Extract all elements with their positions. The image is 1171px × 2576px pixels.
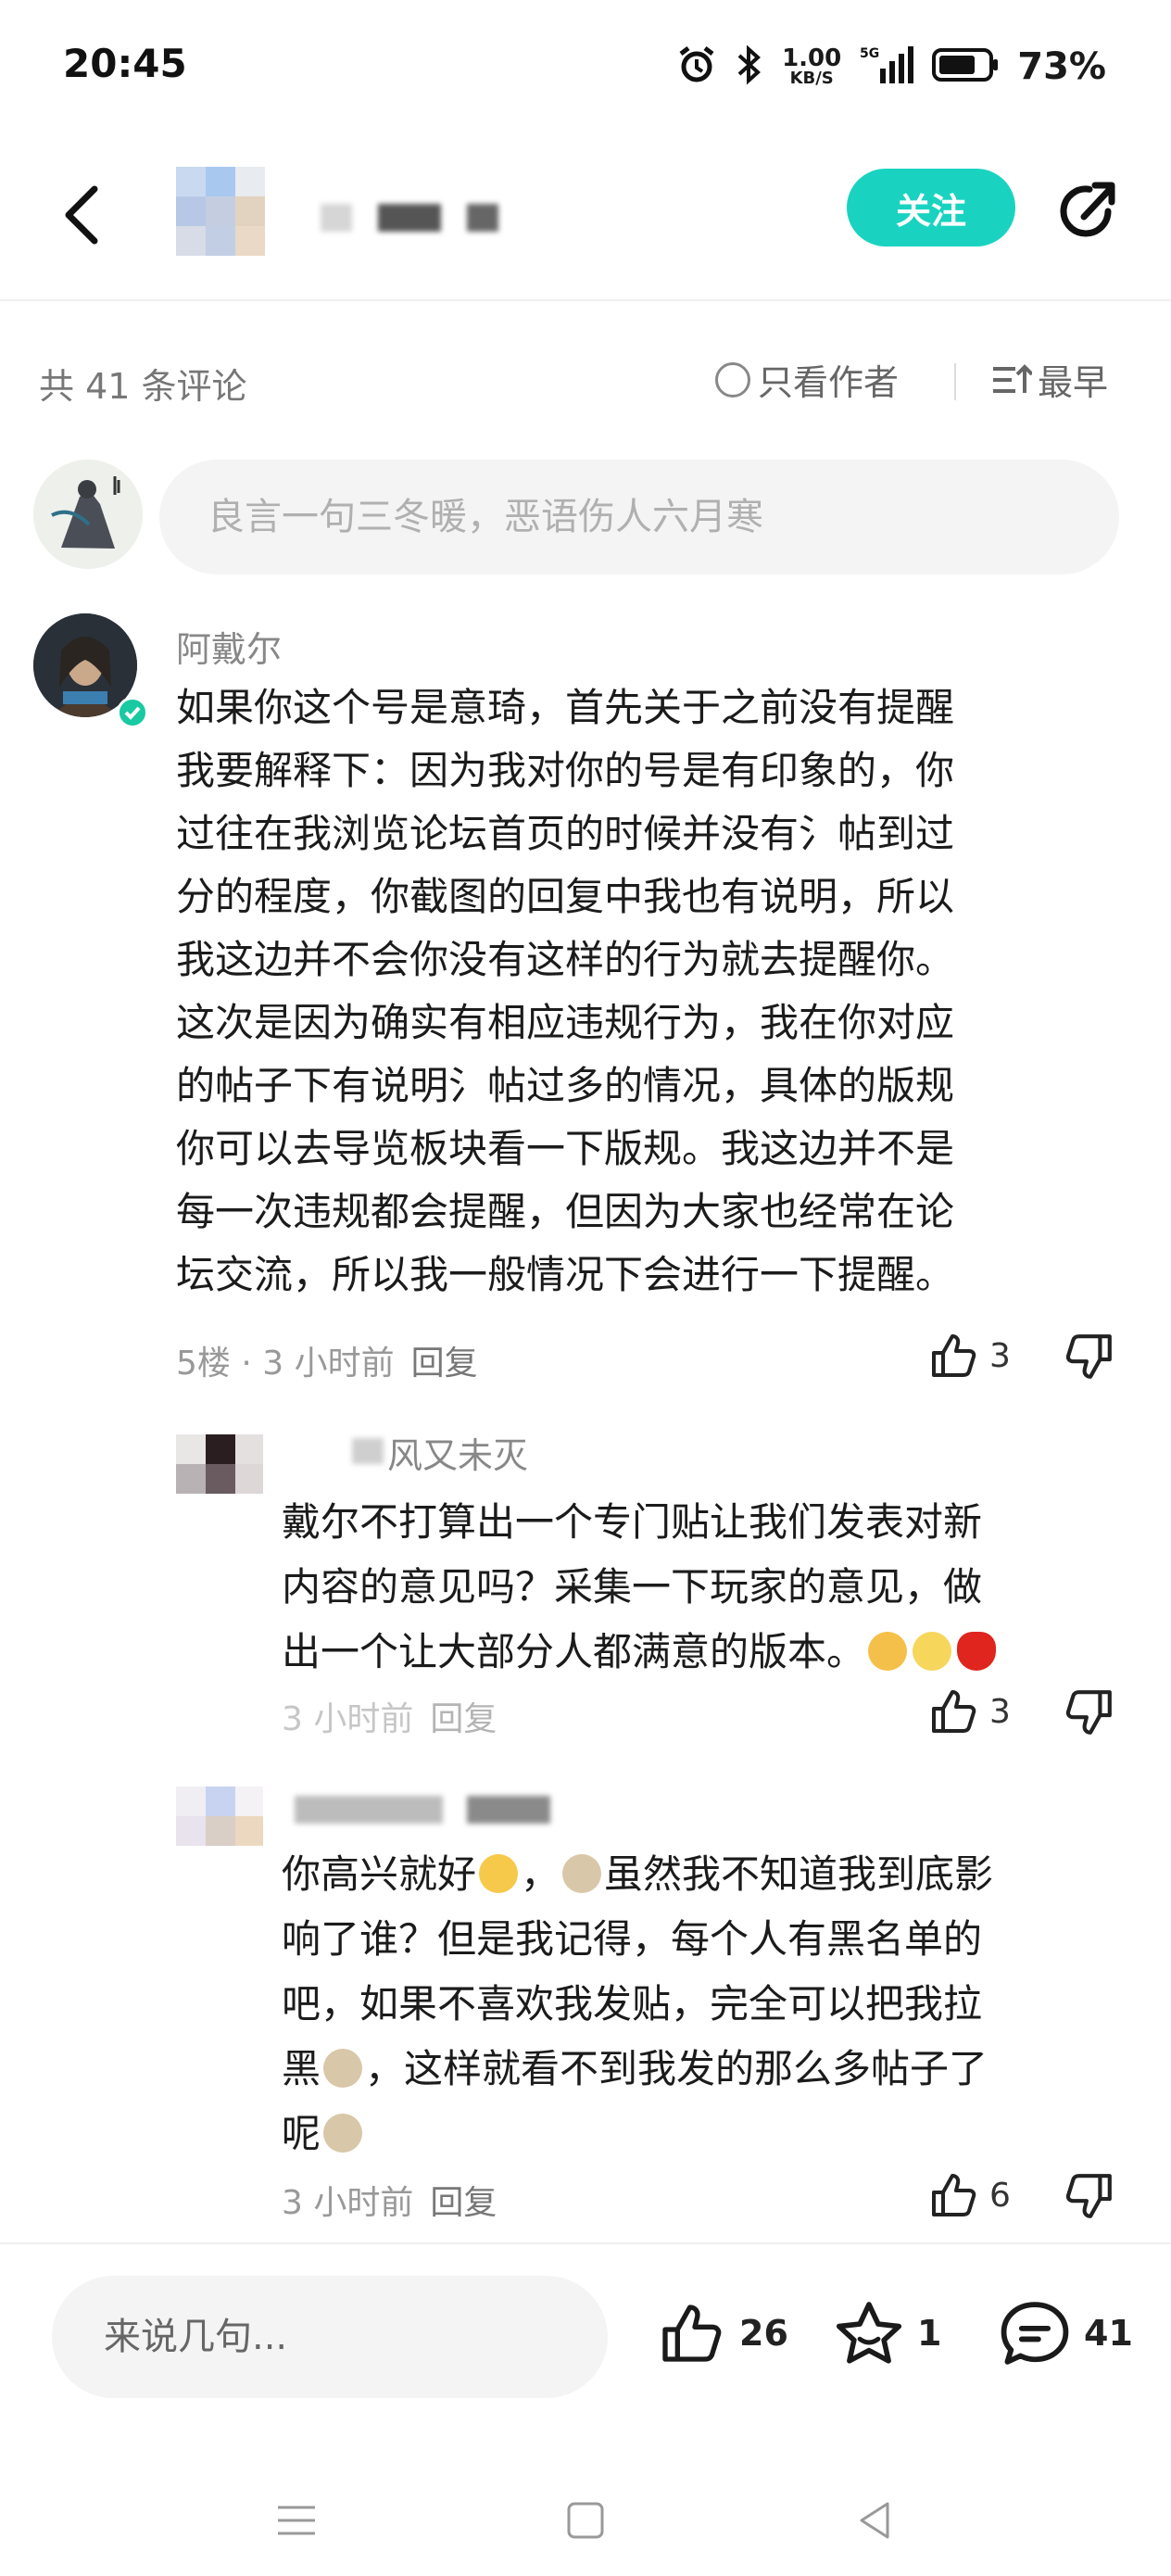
reply-name-redacted xyxy=(467,1796,550,1824)
crying-laughing-emoji-icon xyxy=(323,2114,363,2153)
sort-button[interactable]: 最早 xyxy=(991,354,1108,405)
back-nav-button[interactable] xyxy=(847,2493,902,2548)
net-speed: 1.00 KB/S xyxy=(782,46,841,87)
only-author-label: 只看作者 xyxy=(758,362,900,403)
author-name-redacted xyxy=(467,204,498,232)
comments-toolbar: 共 41 条评论 只看作者 最早 xyxy=(0,343,1171,417)
dislike-button[interactable] xyxy=(1064,1686,1115,1738)
back-icon xyxy=(65,185,98,245)
network-type: 5G xyxy=(860,46,879,61)
comments-button[interactable]: 41 xyxy=(999,2300,1133,2367)
back-button[interactable] xyxy=(56,178,111,252)
red-heart-icon xyxy=(957,1632,997,1671)
back-triangle-icon xyxy=(860,2502,889,2539)
author-name-redacted xyxy=(378,204,441,232)
thumbs-up-icon xyxy=(932,1334,976,1377)
share-icon xyxy=(1060,182,1115,237)
net-speed-unit: KB/S xyxy=(789,69,834,88)
status-bar: 20:45 1.00 KB/S 5G 73% xyxy=(0,0,1171,139)
sort-label: 最早 xyxy=(1038,362,1109,403)
crying-laughing-emoji-icon xyxy=(562,1854,602,1893)
signal-icon: 5G xyxy=(860,44,914,89)
thumbs-down-icon xyxy=(1065,1334,1112,1379)
radio-icon xyxy=(715,361,750,398)
reply-author-name[interactable]: 风又未灭 xyxy=(387,1427,528,1478)
dislike-button[interactable] xyxy=(1064,2170,1115,2222)
reply-time: 3 小时前 xyxy=(282,2184,414,2222)
quick-comment-input[interactable] xyxy=(52,2276,608,2398)
battery-icon xyxy=(932,46,999,87)
reply-button[interactable]: 回复 xyxy=(430,1692,497,1740)
comment-meta: 5楼 · 3 小时前 回复 xyxy=(176,1336,478,1384)
menu-icon xyxy=(278,2506,315,2535)
reply-avatar[interactable] xyxy=(176,1787,263,1846)
divider xyxy=(954,363,956,400)
favorite-count: 1 xyxy=(917,2313,942,2354)
my-avatar[interactable] xyxy=(33,460,143,569)
author-name-redacted xyxy=(321,204,352,232)
reply-avatar[interactable] xyxy=(176,1434,263,1494)
verified-badge-icon xyxy=(117,697,148,728)
comment-bubble-icon xyxy=(1001,2302,1069,2365)
bottom-divider xyxy=(0,2242,1171,2244)
follow-button[interactable]: 关注 xyxy=(847,169,1015,246)
status-icons: 1.00 KB/S 5G 73% xyxy=(676,41,1106,93)
home-square-icon xyxy=(567,2502,604,2539)
reply-text: 你高兴就好 xyxy=(282,1851,477,1897)
reply-button[interactable]: 回复 xyxy=(411,1336,478,1384)
thumbs-up-icon xyxy=(662,2305,722,2362)
comments-count: 41 xyxy=(1084,2313,1133,2354)
author-avatar[interactable] xyxy=(176,167,265,256)
comment-input[interactable] xyxy=(159,460,1119,575)
battery-percent: 73% xyxy=(1017,45,1106,88)
only-author-toggle[interactable]: 只看作者 xyxy=(715,354,899,405)
post-like-button[interactable]: 26 xyxy=(656,2300,788,2367)
comment-floor-time: 5楼 · 3 小时前 xyxy=(176,1345,395,1383)
heart-eyes-emoji-icon xyxy=(868,1632,908,1671)
like-button[interactable]: 6 xyxy=(928,2170,1011,2220)
home-nav-button[interactable] xyxy=(558,2493,613,2548)
alarm-icon xyxy=(676,44,717,89)
reply-meta: 3 小时前 回复 xyxy=(282,1692,497,1740)
reply-text: ， xyxy=(521,1851,560,1897)
system-nav-bar xyxy=(0,2465,1171,2576)
reply-body: 你高兴就好，虽然我不知道我到底影 响了谁？但是我记得，每个人有黑名单的 吧，如果… xyxy=(282,1842,1115,2166)
dislike-button[interactable] xyxy=(1064,1331,1115,1383)
net-speed-value: 1.00 xyxy=(782,44,842,72)
comment-count: 共 41 条评论 xyxy=(39,366,247,407)
bluetooth-icon xyxy=(736,44,763,89)
sort-icon xyxy=(993,363,1032,393)
top-header: 关注 xyxy=(0,148,1171,301)
post-like-count: 26 xyxy=(739,2313,788,2354)
star-icon xyxy=(836,2302,902,2364)
reply-name-redacted xyxy=(295,1796,443,1824)
reply-body: 戴尔不打算出一个专门贴让我们发表对新 内容的意见吗？采集一下玩家的意见，做 出一… xyxy=(282,1490,1115,1685)
favorite-button[interactable]: 1 xyxy=(834,2300,941,2367)
menu-nav-button[interactable] xyxy=(269,2493,324,2548)
reply-name-redacted xyxy=(352,1438,384,1464)
reply-time: 3 小时前 xyxy=(282,1700,414,1738)
thumbs-down-icon xyxy=(1065,2174,1112,2218)
like-count: 3 xyxy=(989,1692,1011,1731)
comment-body: 如果你这个号是意琦，首先关于之前没有提醒 我要解释下：因为我对你的号是有印象的，… xyxy=(176,685,955,1297)
yum-emoji-icon xyxy=(479,1854,519,1893)
reply-button[interactable]: 回复 xyxy=(430,2176,497,2224)
crying-laughing-emoji-icon xyxy=(323,2049,363,2088)
share-button[interactable] xyxy=(1051,174,1125,248)
reply-text: ，这样就看不到我发的那么多帖子了 呢 xyxy=(282,2046,988,2156)
thumbs-up-icon xyxy=(932,1690,976,1733)
like-count: 3 xyxy=(989,1336,1011,1375)
thumbs-down-icon xyxy=(1065,1690,1112,1735)
like-button[interactable]: 3 xyxy=(928,1686,1011,1736)
like-count: 6 xyxy=(989,2176,1011,2215)
status-time: 20:45 xyxy=(63,41,187,86)
smile-emoji-icon xyxy=(913,1632,952,1671)
thumbs-up-icon xyxy=(932,2174,976,2216)
reply-meta: 3 小时前 回复 xyxy=(282,2176,497,2224)
like-button[interactable]: 3 xyxy=(928,1331,1011,1381)
commenter-name[interactable]: 阿戴尔 xyxy=(176,621,282,672)
